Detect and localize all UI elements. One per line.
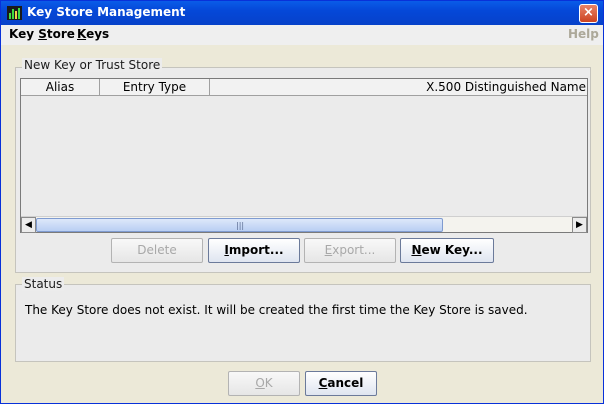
scroll-right-button[interactable]: ▶ (572, 217, 587, 233)
grip-icon: ||| (236, 221, 245, 230)
cancel-button[interactable]: Cancel (305, 371, 377, 396)
column-x500-name[interactable]: X.500 Distinguished Name (210, 79, 586, 95)
scroll-left-button[interactable]: ◀ (21, 217, 36, 233)
close-button[interactable]: × (579, 4, 598, 23)
arrow-left-icon: ◀ (25, 220, 32, 230)
column-alias[interactable]: Alias (21, 79, 100, 95)
entries-table[interactable]: Alias Entry Type X.500 Distinguished Nam… (20, 78, 588, 233)
import-button[interactable]: Import... (208, 238, 300, 263)
new-key-button[interactable]: New Key... (400, 238, 494, 263)
menu-bar: Key Store Keys Help (1, 25, 603, 45)
menu-key-store[interactable]: Key Store (9, 27, 75, 41)
title-bar[interactable]: Key Store Management × (1, 1, 603, 25)
export-button[interactable]: Export... (304, 238, 396, 263)
close-icon: × (583, 5, 594, 20)
scrollbar-thumb[interactable]: ||| (36, 218, 443, 232)
horizontal-scrollbar[interactable]: ◀ ||| ▶ (21, 216, 587, 233)
key-store-group-title: New Key or Trust Store (22, 58, 163, 72)
app-icon (7, 6, 22, 20)
menu-keys[interactable]: Keys (77, 27, 109, 41)
key-store-management-window: Key Store Management × Key Store Keys He… (0, 0, 604, 404)
table-header: Alias Entry Type X.500 Distinguished Nam… (21, 79, 587, 96)
delete-button[interactable]: Delete (111, 238, 203, 263)
arrow-right-icon: ▶ (576, 220, 583, 230)
window-title: Key Store Management (27, 5, 186, 19)
status-group-title: Status (22, 277, 65, 291)
column-entry-type[interactable]: Entry Type (100, 79, 210, 95)
status-message: The Key Store does not exist. It will be… (25, 303, 528, 317)
ok-button[interactable]: OK (228, 371, 300, 396)
menu-help: Help (568, 27, 599, 41)
status-group (15, 284, 591, 362)
